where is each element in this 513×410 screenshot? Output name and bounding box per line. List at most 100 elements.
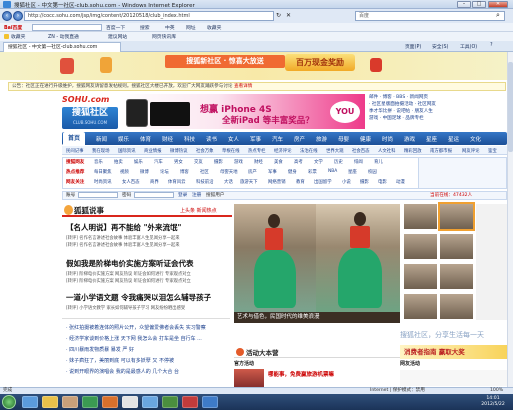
- scroll-thumb[interactable]: [508, 62, 513, 152]
- nav-item[interactable]: 军事: [250, 135, 261, 143]
- taskbar-app-icon[interactable]: [62, 396, 78, 408]
- grid-link[interactable]: 社区: [200, 169, 209, 175]
- grid-link[interactable]: 出国留学: [314, 179, 332, 185]
- grid-link[interactable]: 音乐: [94, 159, 103, 165]
- login-button[interactable]: 登录: [178, 192, 187, 198]
- thumbnail[interactable]: [440, 264, 473, 289]
- grid-link[interactable]: 科技前沿: [196, 179, 214, 185]
- nav-item[interactable]: 母婴: [338, 135, 349, 143]
- header-link-row[interactable]: · 社区星版面拍摄活动 · 社区网友: [369, 101, 509, 108]
- grid-link[interactable]: 摄影: [214, 159, 223, 165]
- nav-item[interactable]: 汽车: [272, 135, 283, 143]
- subnav-item[interactable]: 精彩回放: [404, 148, 422, 154]
- subnav-item[interactable]: 民间记事: [66, 148, 84, 154]
- subnav-item[interactable]: 人文社科: [378, 148, 396, 154]
- toolbar-search-button[interactable]: 搜索: [140, 24, 150, 31]
- headline-1[interactable]: 【名人明说】再不能给 "外来流氓": [66, 222, 181, 233]
- nav-item[interactable]: 科技: [184, 135, 195, 143]
- grid-link[interactable]: 每日聚焦: [94, 169, 112, 175]
- fav-item-3[interactable]: 网页快讯库: [152, 33, 176, 40]
- grid-link[interactable]: 育儿: [374, 159, 383, 165]
- address-input[interactable]: http://cocc.sohu.com/jsp/img/content/201…: [24, 11, 274, 21]
- subnav-item[interactable]: 国际资讯: [118, 148, 136, 154]
- system-clock[interactable]: 14:01 2012/5/22: [476, 396, 510, 408]
- headline-1-sub[interactable]: [转评] 名作名言讲述社会故事 体验丰富人生见闻分享一起来: [66, 235, 180, 241]
- thumbnail[interactable]: [440, 294, 473, 319]
- bullet-link[interactable]: · 四川暴雨发物质暴 暴发 严 好: [66, 346, 134, 353]
- close-button[interactable]: ✕: [488, 1, 508, 8]
- nav-item[interactable]: 房产: [294, 135, 305, 143]
- nav-item[interactable]: 时尚: [382, 135, 393, 143]
- grid-link[interactable]: NBA: [328, 169, 337, 174]
- subnav-item[interactable]: 草根在线: [222, 148, 240, 154]
- nav-item[interactable]: 文化: [470, 135, 481, 143]
- help-menu[interactable]: ?: [490, 43, 493, 48]
- headline-1-sub2[interactable]: [转评] 名作名言讲述社会故事 体验丰富人生见闻分享一起来: [66, 242, 180, 248]
- headline-2[interactable]: 假如我是阶梯电价实施方案听证会代表: [66, 258, 194, 269]
- bullet-link[interactable]: · 妹子疯狂了，美丽到底 可以有多妖孽 又 不停被: [66, 357, 174, 364]
- nav-item[interactable]: 星座: [426, 135, 437, 143]
- grid-link[interactable]: 房产: [248, 169, 257, 175]
- fox-more-link[interactable]: 上头条 新闻热点: [180, 207, 217, 214]
- grid-link[interactable]: 视频: [120, 169, 129, 175]
- grid-link[interactable]: 大话: [224, 179, 233, 185]
- nav-item[interactable]: 旅游: [316, 135, 327, 143]
- subnav-item[interactable]: 世界大观: [326, 148, 344, 154]
- feature-photo-right[interactable]: [316, 204, 400, 312]
- grid-link[interactable]: 彩票: [308, 169, 317, 175]
- grid-link[interactable]: 绯闻: [354, 159, 363, 165]
- notice-link[interactable]: 查看详情: [234, 84, 252, 89]
- grid-link[interactable]: 论坛: [160, 169, 169, 175]
- header-link-row[interactable]: 季才华比拼 · 说吧帖 · 朋友人生: [369, 108, 509, 115]
- nav-item[interactable]: 体育: [140, 135, 151, 143]
- bullet-link[interactable]: · 经济学家谈到价格上涨 天下网 我怎么会 打车是坐 自行车 ...: [66, 335, 202, 342]
- grid-link[interactable]: 女人百态: [122, 179, 140, 185]
- grid-link[interactable]: 电影: [378, 179, 387, 185]
- headline-2-sub[interactable]: [转评] 阶梯电价实施方案 网友热议 听证会如何进行 专家观点对立: [66, 271, 191, 277]
- header-link-row[interactable]: 邮件 · 博客 · BBS · 新闻网页: [369, 94, 509, 101]
- thumbnail[interactable]: [404, 294, 437, 319]
- nav-home[interactable]: 首页: [63, 132, 85, 145]
- grid-link[interactable]: 动漫: [396, 179, 405, 185]
- grid-link[interactable]: 汽车: [154, 159, 163, 165]
- stop-icon[interactable]: ✕: [286, 12, 291, 19]
- taskbar-app-icon[interactable]: [102, 396, 118, 408]
- grid-link[interactable]: 教育: [296, 179, 305, 185]
- grid-link[interactable]: 微博: [140, 169, 149, 175]
- subnav-item[interactable]: 经济评论: [274, 148, 292, 154]
- grid-link[interactable]: 美食: [274, 159, 283, 165]
- nav-item[interactable]: 健康: [360, 135, 371, 143]
- taskbar-app-icon[interactable]: [142, 396, 158, 408]
- thumbnail[interactable]: [438, 202, 475, 231]
- sohu-logo[interactable]: SOHU.com: [62, 95, 109, 104]
- maximize-button[interactable]: □: [472, 1, 486, 8]
- subnav-item[interactable]: 社会万象: [196, 148, 214, 154]
- favorites-button[interactable]: 收藏夹: [4, 33, 25, 40]
- start-button[interactable]: [2, 395, 16, 409]
- headline-3-sub[interactable]: [转评] 小学语文教学 家长如何辅导孩子学习 网友纷纷晒出感受: [66, 305, 185, 311]
- grid-link[interactable]: 摄影: [360, 179, 369, 185]
- toolbar-cn-en-button[interactable]: 中英: [165, 24, 175, 31]
- activity-featured-link[interactable]: 哪能事，免费赢旅游机票嘛: [268, 370, 334, 378]
- tools-menu[interactable]: 工具(O): [460, 43, 477, 50]
- nav-item[interactable]: 读书: [206, 135, 217, 143]
- search-input[interactable]: 百度: [355, 11, 505, 21]
- nav-item[interactable]: 游戏: [404, 135, 415, 143]
- nav-item[interactable]: 星运: [448, 135, 459, 143]
- account-input[interactable]: [78, 192, 118, 198]
- tab-active[interactable]: 搜狐社区 - 中文第一社区-club.sohu.com: [3, 42, 121, 52]
- grid-link[interactable]: 体育风云: [168, 179, 186, 185]
- nav-item[interactable]: 娱乐: [118, 135, 129, 143]
- grid-link[interactable]: 旅游天下: [240, 179, 258, 185]
- grid-link[interactable]: 博客: [180, 169, 189, 175]
- taskbar-app-icon[interactable]: [202, 396, 218, 408]
- grid-link[interactable]: 健身: [288, 169, 297, 175]
- register-button[interactable]: 注册: [192, 192, 201, 198]
- toolbar-fav-button[interactable]: 收藏夹: [207, 24, 221, 31]
- subnav-item[interactable]: 微博热议: [170, 148, 188, 154]
- top-banner[interactable]: 搜狐新社区 · 惊喜大放送 百万现金奖励: [0, 52, 513, 80]
- back-button[interactable]: ‹: [2, 11, 12, 21]
- promo-banner[interactable]: 消费者指南 赢取大奖: [400, 345, 507, 359]
- subnav-item[interactable]: 鉴宝: [488, 148, 497, 154]
- header-link-row[interactable]: 游戏 · 中国足球 · 品牌专栏: [369, 115, 509, 122]
